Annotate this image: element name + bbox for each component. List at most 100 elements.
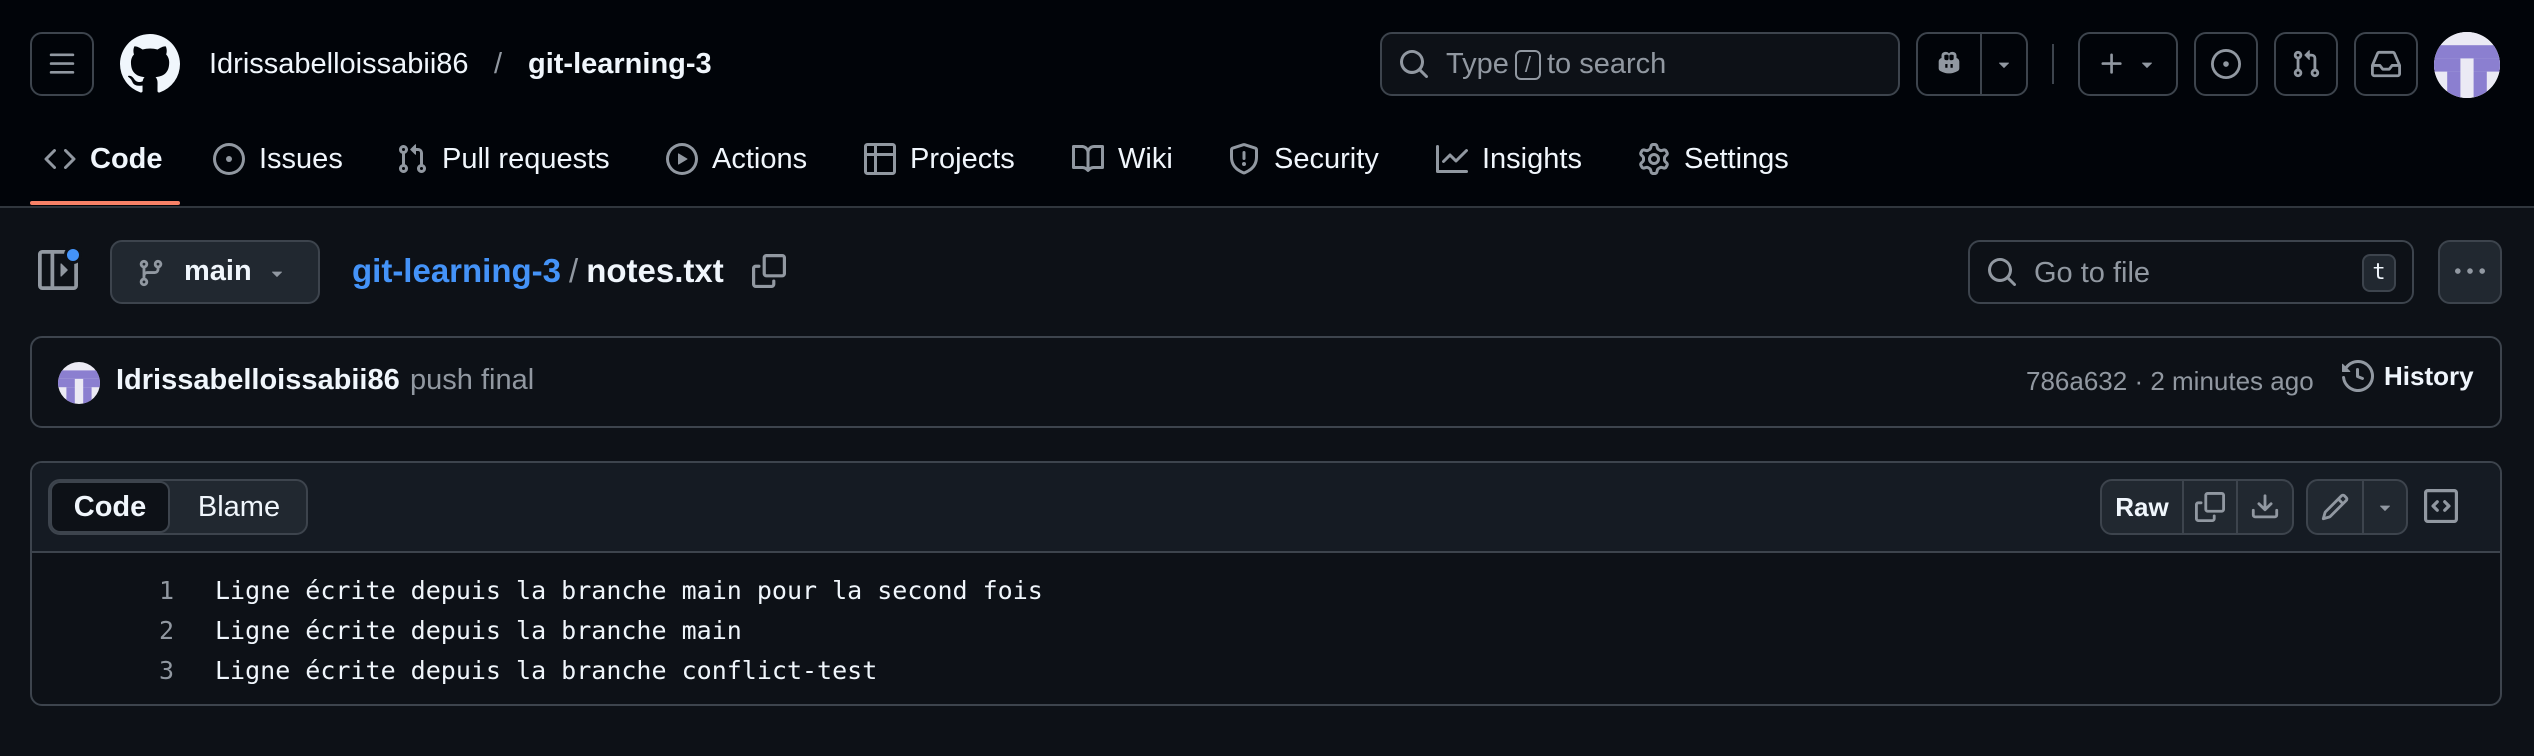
more-options-button[interactable] [2438, 240, 2502, 304]
create-new-button[interactable] [2078, 32, 2178, 96]
copy-path-button[interactable] [752, 254, 788, 290]
tab-insights-label: Insights [1482, 142, 1582, 175]
author-avatar[interactable] [58, 362, 100, 404]
git-pull-request-icon [398, 144, 427, 174]
search-suffix: to search [1547, 48, 1667, 80]
avatar[interactable] [2434, 32, 2500, 98]
raw-button[interactable]: Raw [2100, 479, 2184, 535]
history-icon [2342, 360, 2374, 392]
inbox-button[interactable] [2354, 32, 2418, 96]
tab-code-label: Code [90, 142, 163, 175]
commit-meta[interactable]: 786a632 · 2 minutes ago [2026, 366, 2314, 397]
copilot-icon [1938, 51, 1960, 74]
toggle-file-tree-button[interactable] [38, 246, 82, 294]
commit-message[interactable]: push final [410, 364, 534, 397]
history-button[interactable]: History [2342, 360, 2474, 392]
hamburger-icon [49, 53, 75, 74]
file-breadcrumb: git-learning-3 / notes.txt [352, 252, 724, 290]
plus-icon [2101, 53, 2122, 74]
download-button[interactable] [2236, 479, 2294, 535]
triangle-down-icon [2379, 505, 2391, 511]
branch-selector[interactable]: main [110, 240, 320, 304]
blame-view-tab[interactable]: Blame [172, 481, 306, 533]
search-icon [1988, 258, 2017, 287]
search-shortcut-key: / [1514, 49, 1541, 80]
tab-code[interactable]: Code [44, 138, 163, 180]
copy-icon [752, 254, 786, 288]
edit-dropdown-button[interactable] [2362, 479, 2408, 535]
code-line: Ligne écrite depuis la branche main pour… [215, 576, 1043, 605]
code-line: Ligne écrite depuis la branche conflict-… [215, 656, 878, 685]
tab-projects-label: Projects [910, 142, 1015, 175]
gear-icon [1639, 143, 1669, 175]
copy-raw-button[interactable] [2182, 479, 2238, 535]
issues-button[interactable] [2194, 32, 2258, 96]
go-to-file-placeholder: Go to file [2034, 257, 2151, 289]
issue-icon [213, 143, 245, 175]
tab-projects[interactable]: Projects [864, 138, 1015, 180]
line-number[interactable]: 1 [114, 576, 174, 605]
owner-link[interactable]: Idrissabelloissabii86 [209, 44, 469, 84]
tab-actions[interactable]: Actions [666, 138, 807, 180]
pull-requests-button[interactable] [2274, 32, 2338, 96]
tab-pull-requests[interactable]: Pull requests [396, 138, 610, 180]
code-icon [44, 148, 76, 170]
tab-settings-label: Settings [1684, 142, 1789, 175]
symbols-panel-button[interactable] [2424, 489, 2460, 525]
breadcrumb-separator: / [494, 48, 503, 80]
tab-insights[interactable]: Insights [1436, 138, 1582, 180]
code-view-tab[interactable]: Code [50, 481, 170, 533]
play-icon [666, 143, 698, 175]
git-branch-icon [139, 259, 163, 287]
code-square-icon [2424, 489, 2458, 523]
book-icon [1072, 144, 1104, 172]
github-logo-icon[interactable] [120, 34, 180, 94]
header-divider [2052, 44, 2054, 84]
search-input[interactable]: Type / to search [1380, 32, 1900, 96]
history-label: History [2384, 360, 2474, 391]
copilot-dropdown-button[interactable] [1980, 32, 2028, 96]
tab-pull-requests-label: Pull requests [442, 142, 610, 175]
branch-name: main [184, 255, 252, 287]
tab-wiki[interactable]: Wiki [1072, 138, 1173, 180]
download-icon [2251, 494, 2279, 519]
go-to-file-input[interactable]: Go to file t [1968, 240, 2414, 304]
commit-author[interactable]: Idrissabelloissabii86 [116, 364, 400, 397]
issue-icon [2211, 49, 2241, 79]
file-name: notes.txt [586, 252, 724, 289]
notification-dot [64, 246, 82, 264]
identicon-icon [58, 362, 100, 404]
tab-actions-label: Actions [712, 142, 808, 175]
copilot-button[interactable] [1916, 32, 1982, 96]
go-to-file-shortcut-key: t [2362, 254, 2396, 292]
tab-security-label: Security [1274, 142, 1379, 175]
code-line: Ligne écrite depuis la branche main [215, 616, 742, 645]
file-viewer-header: Code Blame Raw [32, 463, 2500, 553]
search-placeholder: Type / to search [1446, 48, 1666, 81]
tab-settings[interactable]: Settings [1638, 138, 1789, 180]
latest-commit-bar: Idrissabelloissabii86 push final 786a632… [30, 336, 2502, 428]
menu-button[interactable] [30, 32, 94, 96]
kebab-horizontal-icon [2455, 268, 2485, 274]
repo-link[interactable]: git-learning-3 [528, 44, 712, 84]
file-viewer: Code Blame Raw 1 Ligne écrite depuis la … [30, 461, 2502, 706]
global-header: Idrissabelloissabii86 / git-learning-3 T… [0, 0, 2534, 208]
tab-security[interactable]: Security [1228, 138, 1379, 180]
shield-icon [1230, 143, 1258, 175]
search-icon [1400, 50, 1429, 79]
tab-wiki-label: Wiki [1118, 142, 1173, 175]
triangle-down-icon [271, 271, 283, 277]
tab-issues-label: Issues [259, 142, 343, 175]
tab-issues[interactable]: Issues [213, 138, 343, 180]
copy-icon [2195, 492, 2225, 522]
line-number[interactable]: 2 [114, 616, 174, 645]
table-icon [864, 143, 896, 175]
git-pull-request-icon [2293, 50, 2320, 78]
edit-file-button[interactable] [2306, 479, 2364, 535]
search-prefix: Type [1446, 48, 1509, 80]
triangle-down-icon [2141, 62, 2153, 68]
breadcrumb-repo-link[interactable]: git-learning-3 [352, 252, 561, 290]
graph-icon [1436, 145, 1468, 173]
pencil-icon [2321, 493, 2349, 521]
line-number[interactable]: 3 [114, 656, 174, 685]
